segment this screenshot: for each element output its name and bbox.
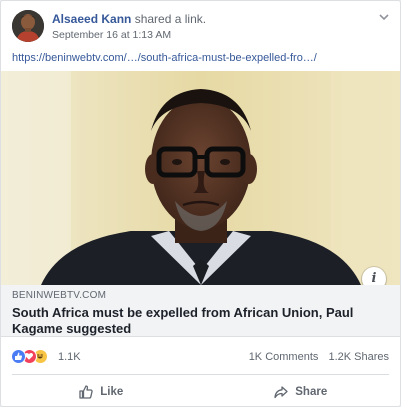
author-avatar[interactable] <box>12 10 44 42</box>
post-header: Alsaeed Kann shared a link. September 16… <box>1 1 400 47</box>
link-preview-image[interactable]: i <box>1 71 400 285</box>
post-actions: Like Share <box>1 377 401 406</box>
share-arrow-icon <box>274 386 288 399</box>
like-reaction-icon <box>11 349 26 364</box>
post-action-text: shared a link. <box>134 12 207 26</box>
thumbs-up-icon <box>79 385 93 399</box>
reaction-icons[interactable] <box>11 349 48 365</box>
action-divider <box>12 374 389 375</box>
reaction-count[interactable]: 1.1K <box>58 351 81 363</box>
link-preview-card[interactable]: i BENINWEBTV.COM South Africa must be ex… <box>1 71 400 337</box>
shared-link-url[interactable]: https://beninwebtv.com/…/south-africa-mu… <box>12 51 317 65</box>
shares-count[interactable]: 1.2K Shares <box>328 351 389 363</box>
link-caption[interactable]: BENINWEBTV.COM South Africa must be expe… <box>1 285 400 337</box>
like-button[interactable]: Like <box>1 377 201 406</box>
link-domain: BENINWEBTV.COM <box>12 290 107 301</box>
link-headline[interactable]: South Africa must be expelled from Afric… <box>12 305 389 337</box>
post-stats: 1.1K 1K Comments 1.2K Shares <box>1 341 400 373</box>
chevron-down-icon[interactable] <box>376 9 392 25</box>
share-button-label: Share <box>295 386 328 398</box>
share-button[interactable]: Share <box>201 377 401 406</box>
author-name[interactable]: Alsaeed Kann <box>52 12 131 26</box>
post-byline: Alsaeed Kann shared a link. <box>52 12 206 27</box>
info-icon[interactable]: i <box>362 267 386 285</box>
post-timestamp[interactable]: September 16 at 1:13 AM <box>52 29 171 42</box>
like-button-label: Like <box>100 386 124 398</box>
comments-count[interactable]: 1K Comments <box>249 351 319 363</box>
post-card: Alsaeed Kann shared a link. September 16… <box>0 0 401 407</box>
engagement-counts: 1K Comments 1.2K Shares <box>249 351 389 363</box>
